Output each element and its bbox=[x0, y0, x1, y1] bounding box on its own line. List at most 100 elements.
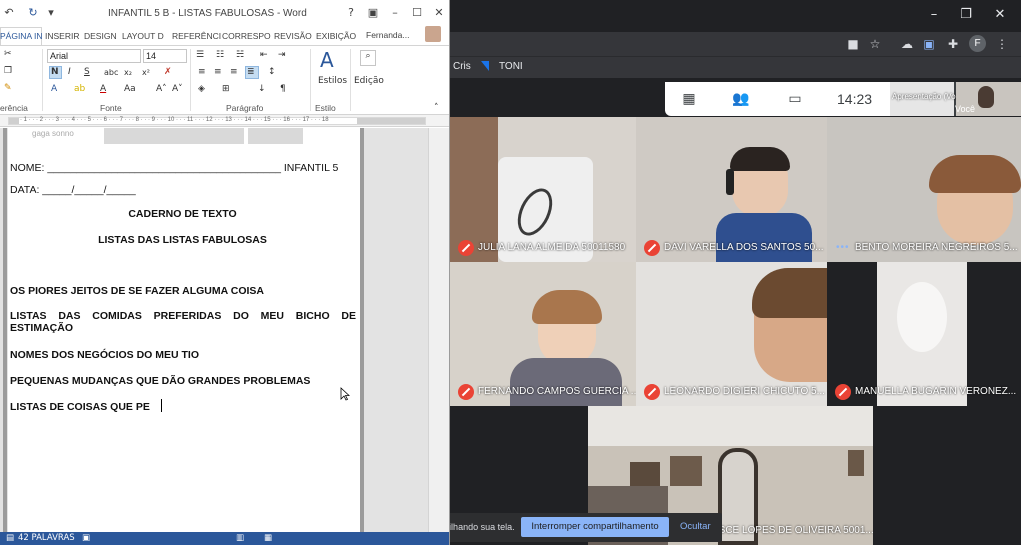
collapse-ribbon-icon[interactable]: ˄ bbox=[434, 103, 439, 114]
tab-review[interactable]: REVISÃO bbox=[274, 30, 312, 42]
justify-icon[interactable]: ≣ bbox=[247, 67, 255, 78]
increase-indent-icon[interactable]: ⇥ bbox=[278, 50, 286, 61]
grow-font-icon[interactable]: A˄ bbox=[156, 84, 167, 95]
align-right-icon[interactable]: ≡ bbox=[230, 67, 238, 78]
close-icon[interactable]: ✕ bbox=[990, 6, 1010, 24]
font-color-icon[interactable]: A bbox=[100, 84, 106, 95]
cut-icon[interactable]: ✂ bbox=[4, 49, 12, 60]
format-painter-icon[interactable]: ✎ bbox=[4, 83, 12, 94]
tab-design[interactable]: DESIGN bbox=[84, 30, 117, 42]
minimize-icon[interactable]: – bbox=[924, 6, 944, 24]
self-view-person bbox=[978, 86, 994, 108]
proofing-icon[interactable]: ▣ bbox=[82, 533, 90, 544]
participant-name: BENTO MOREIRA NEGREIROS 5... bbox=[855, 242, 1018, 253]
cloud-icon[interactable]: ☁ bbox=[898, 35, 916, 53]
word-user-name[interactable]: Fernanda... bbox=[366, 30, 409, 40]
ruler-scale: · 1 · · · 2 · · · 3 · · · 4 · · · 5 · · … bbox=[20, 117, 329, 123]
borders-icon[interactable]: ⊞ bbox=[222, 84, 230, 95]
minimize-icon[interactable]: – bbox=[388, 6, 402, 20]
maximize-icon[interactable]: ☐ bbox=[410, 6, 424, 20]
bullets-icon[interactable]: ☰ bbox=[196, 50, 204, 61]
multilevel-list-icon[interactable]: ☵ bbox=[236, 50, 244, 61]
restore-icon[interactable]: ❐ bbox=[956, 6, 976, 24]
child-hair bbox=[730, 147, 790, 171]
camera-icon[interactable]: ■ bbox=[844, 35, 862, 53]
change-case-icon[interactable]: Aa bbox=[124, 84, 136, 95]
participant-tile[interactable]: MANUELLA BUGARIN VERONEZ... bbox=[827, 262, 1021, 406]
people-icon[interactable]: 👥 bbox=[731, 90, 751, 108]
redo-icon[interactable]: ↻ bbox=[26, 6, 40, 20]
styles-button[interactable]: Estilos bbox=[318, 76, 347, 87]
hide-banner-button[interactable]: Ocultar bbox=[680, 521, 711, 533]
text-effects-icon[interactable]: A bbox=[51, 84, 57, 95]
participant-tile[interactable]: ••• BENTO MOREIRA NEGREIROS 5... bbox=[827, 117, 1021, 262]
underline-icon[interactable]: S bbox=[84, 67, 90, 78]
word-count[interactable]: 42 PALAVRAS bbox=[18, 533, 75, 544]
shrink-font-icon[interactable]: A˅ bbox=[172, 84, 183, 95]
puzzle-icon[interactable]: ✚ bbox=[944, 35, 962, 53]
help-icon[interactable]: ? bbox=[344, 6, 358, 20]
tab-references[interactable]: REFERÊNCI bbox=[172, 30, 221, 42]
read-mode-icon[interactable]: ▥ bbox=[236, 533, 244, 544]
presenter-tile[interactable]: Apresentação (Você) Você bbox=[890, 82, 1021, 116]
avatar[interactable] bbox=[425, 26, 441, 42]
more-menu-icon[interactable]: ⋮ bbox=[993, 35, 1011, 53]
activities-icon[interactable]: ▦ bbox=[679, 90, 699, 108]
subscript-icon[interactable]: x₂ bbox=[124, 67, 132, 78]
document-area[interactable]: gaga sonno NOME: _______________________… bbox=[0, 128, 449, 532]
align-left-icon[interactable]: ≡ bbox=[198, 67, 206, 78]
styles-icon[interactable]: A bbox=[320, 48, 334, 72]
participant-tile[interactable]: JULIA LANA ALMEIDA 50011580 bbox=[450, 117, 636, 262]
show-marks-icon[interactable]: ¶ bbox=[280, 84, 286, 95]
vertical-scrollbar[interactable] bbox=[428, 128, 449, 532]
participant-tile[interactable]: FERNANDO CAMPOS GUERCIA ... bbox=[450, 262, 636, 406]
strikethrough-icon[interactable]: abc bbox=[104, 67, 118, 78]
print-layout-icon[interactable]: ▦ bbox=[264, 533, 272, 544]
font-group-label: Fonte bbox=[100, 103, 122, 113]
tab-layout[interactable]: LAYOUT D bbox=[122, 30, 164, 42]
group-divider bbox=[190, 49, 191, 111]
chat-icon[interactable]: ▭ bbox=[785, 90, 805, 108]
participant-tile[interactable]: DAVI VARELLA DOS SANTOS 50... bbox=[636, 117, 827, 262]
tab-mailings[interactable]: CORRESPO bbox=[222, 30, 271, 42]
clear-format-icon[interactable]: ✗ bbox=[164, 67, 172, 78]
meeting-clock: 14:23 bbox=[837, 91, 873, 107]
shading-icon[interactable]: ◈ bbox=[198, 84, 205, 95]
decrease-indent-icon[interactable]: ⇤ bbox=[260, 50, 268, 61]
participant-name: ESCE LOPES DE OLIVEIRA 5001... bbox=[712, 525, 873, 536]
extension-icon[interactable]: ▣ bbox=[920, 35, 938, 53]
page-edge-right bbox=[360, 128, 364, 532]
star-icon[interactable]: ☆ bbox=[866, 35, 884, 53]
numbering-icon[interactable]: ☷ bbox=[216, 50, 224, 61]
document-page[interactable]: gaga sonno NOME: _______________________… bbox=[8, 128, 360, 532]
tab-home[interactable]: PÁGINA IN bbox=[0, 30, 43, 42]
close-icon[interactable]: ✕ bbox=[432, 6, 446, 20]
tab-view[interactable]: EXIBIÇÃO bbox=[316, 30, 356, 42]
quick-access-dropdown-icon[interactable]: ▾ bbox=[44, 6, 58, 20]
tab-insert[interactable]: INSERIR bbox=[45, 30, 79, 42]
italic-icon[interactable]: I bbox=[68, 67, 71, 78]
superscript-icon[interactable]: x² bbox=[142, 67, 150, 78]
find-binoculars-icon[interactable]: ⌕ bbox=[360, 50, 376, 66]
undo-icon[interactable]: ↶ bbox=[2, 6, 16, 20]
copy-icon[interactable]: ❐ bbox=[4, 66, 12, 77]
bookmark-cris[interactable]: Cris bbox=[453, 60, 471, 74]
highlight-color-icon[interactable]: ab bbox=[74, 84, 85, 95]
align-center-icon[interactable]: ≡ bbox=[214, 67, 222, 78]
group-divider bbox=[350, 49, 351, 111]
stop-sharing-button[interactable]: Interromper compartilhamento bbox=[521, 517, 669, 537]
participant-tile[interactable]: LEONARDO DIGIERI CHICUTO 5... bbox=[636, 262, 827, 406]
horizontal-ruler[interactable]: · 1 · · · 2 · · · 3 · · · 4 · · · 5 · · … bbox=[0, 115, 449, 127]
ceiling bbox=[588, 406, 873, 446]
font-size-select[interactable]: 14 bbox=[143, 49, 187, 63]
editing-button[interactable]: Edição bbox=[354, 76, 384, 87]
ribbon-display-icon[interactable]: ▣ bbox=[366, 6, 380, 20]
font-name-select[interactable]: Arial bbox=[47, 49, 141, 63]
page-indicator-icon[interactable]: ▤ bbox=[6, 533, 14, 544]
text-cursor bbox=[161, 399, 162, 412]
bold-icon[interactable]: N bbox=[51, 67, 59, 78]
sort-icon[interactable]: ↓ bbox=[258, 84, 266, 95]
line-spacing-icon[interactable]: ↕ bbox=[268, 67, 276, 78]
bookmark-toni[interactable]: TONI bbox=[499, 60, 523, 74]
profile-avatar[interactable]: F bbox=[969, 35, 986, 52]
